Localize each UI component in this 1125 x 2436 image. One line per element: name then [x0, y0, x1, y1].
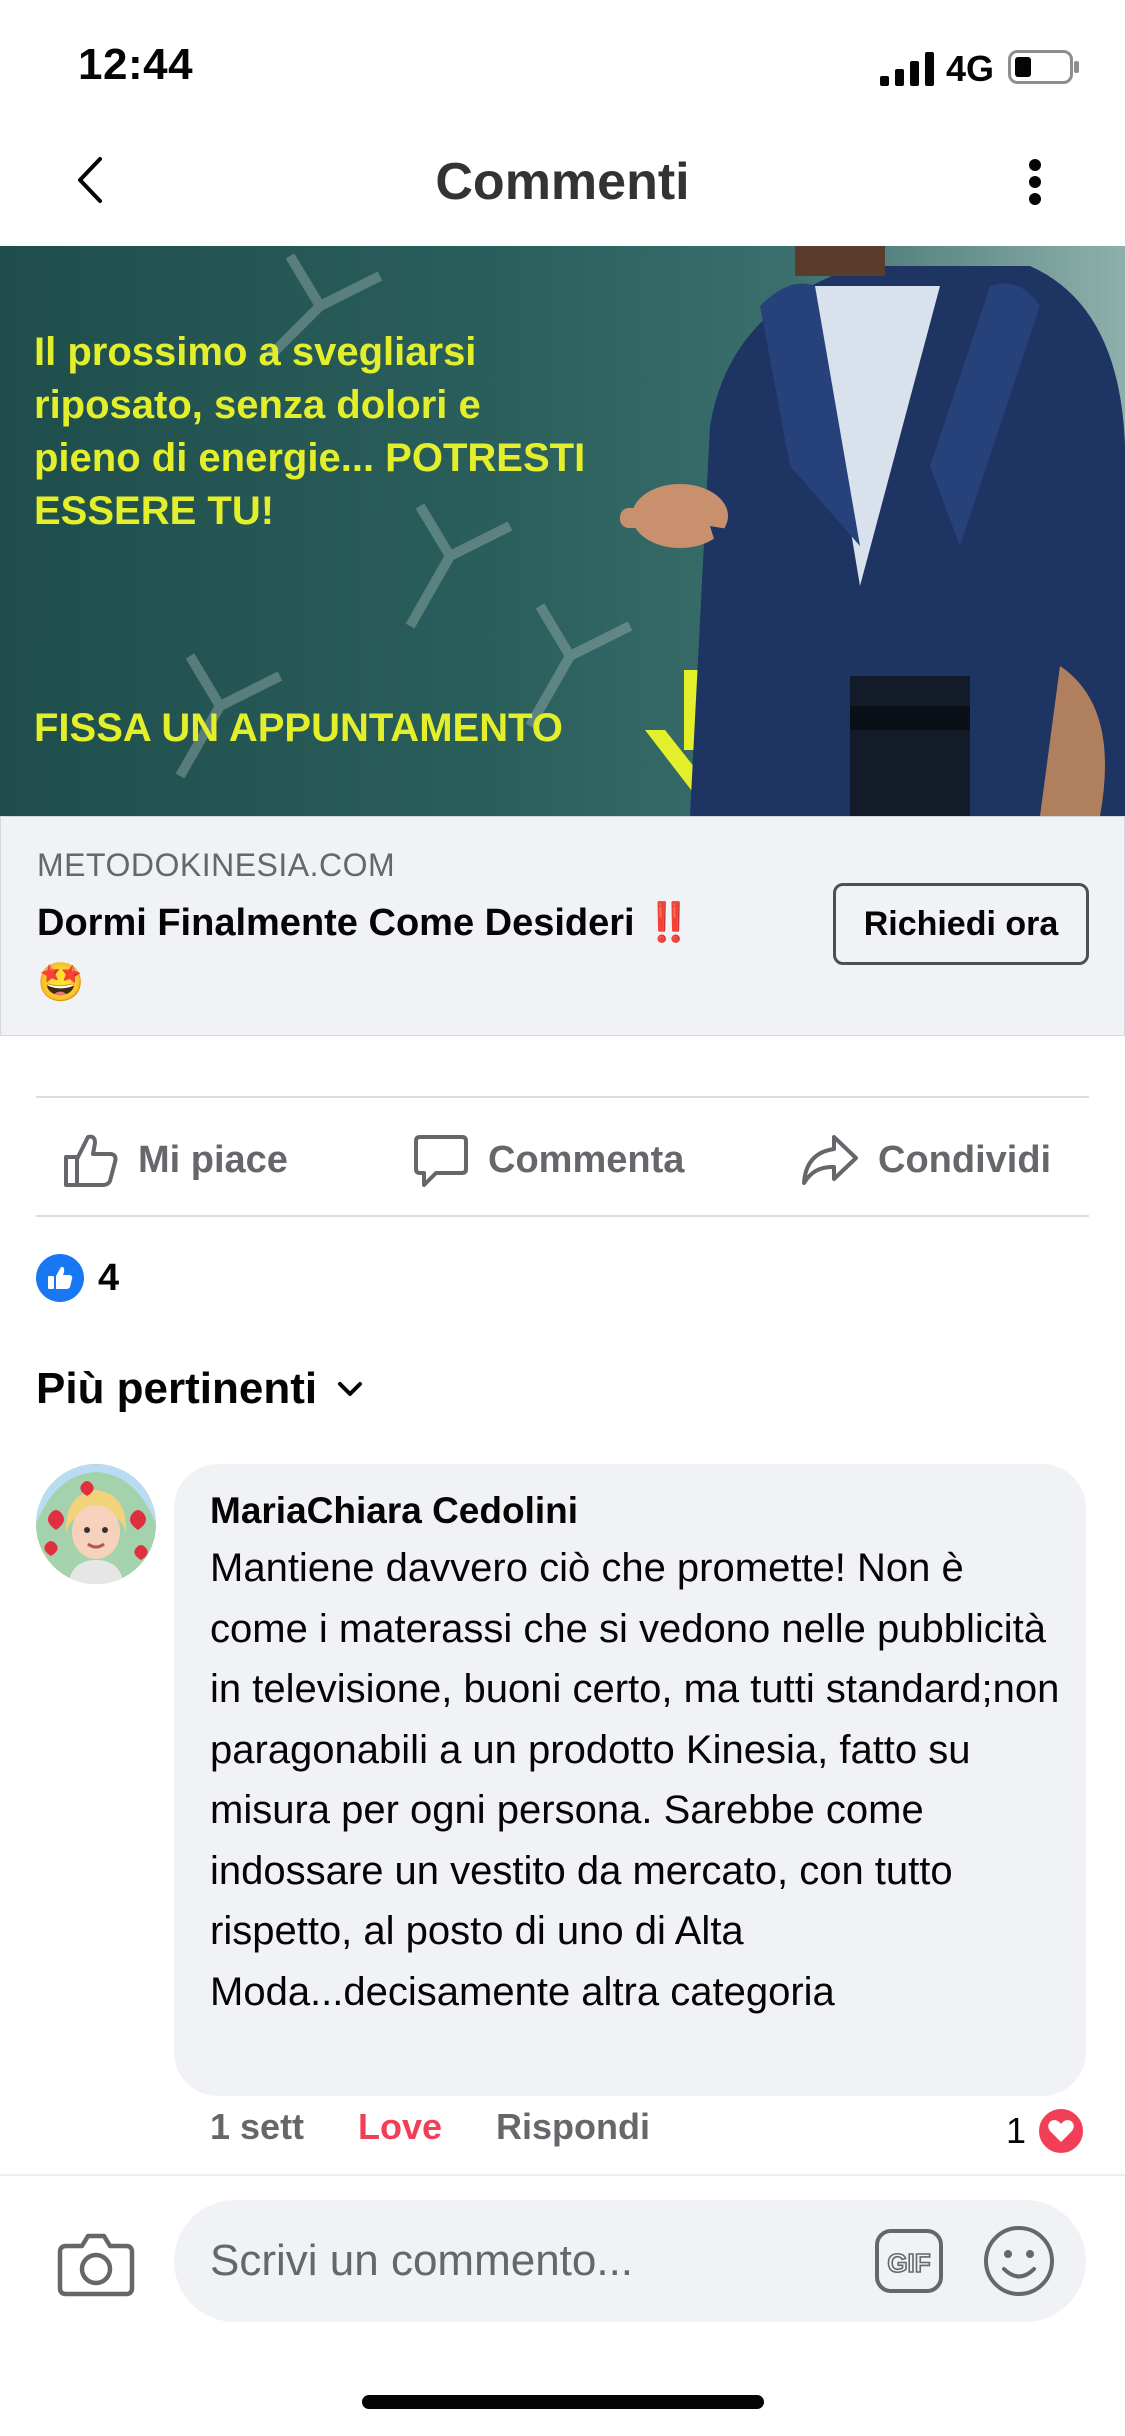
- comment-sort-dropdown[interactable]: Più pertinenti: [36, 1364, 363, 1414]
- link-title: Dormi Finalmente Come Desideri ‼️ 🤩: [37, 893, 797, 1013]
- ad-banner-image[interactable]: Il prossimo a svegliarsi riposato, senza…: [0, 246, 1125, 816]
- like-reaction-icon: [36, 1254, 84, 1302]
- emoji-smile-icon[interactable]: [982, 2224, 1056, 2298]
- comment-love-reaction-button[interactable]: Love: [358, 2106, 442, 2148]
- top-navigation: Commenti: [0, 120, 1125, 246]
- comment-reaction-count[interactable]: 1: [1006, 2106, 1087, 2156]
- comment-reply-button[interactable]: Rispondi: [496, 2106, 650, 2148]
- comment-input-field[interactable]: GIF: [174, 2200, 1086, 2322]
- banner-cta-text: FISSA UN APPUNTAMENTO: [34, 706, 563, 750]
- comment-label: Commenta: [488, 1138, 685, 1181]
- comment-timestamp[interactable]: 1 sett: [210, 2106, 304, 2148]
- more-vertical-icon: [1029, 159, 1041, 205]
- link-title-text: Dormi Finalmente Come Desideri: [37, 902, 635, 944]
- comment-reaction-number: 1: [1006, 2110, 1027, 2151]
- divider: [36, 1096, 1089, 1098]
- avatar[interactable]: [36, 1464, 156, 1584]
- comment-text: Mantiene davvero ciò che promette! Non è…: [210, 1546, 1060, 2014]
- reaction-summary[interactable]: 4: [36, 1254, 119, 1302]
- reaction-count: 4: [98, 1256, 120, 1299]
- page-title: Commenti: [435, 153, 690, 211]
- comment-icon: [414, 1135, 468, 1187]
- chevron-down-icon: [338, 1382, 363, 1396]
- like-button[interactable]: Mi piace: [62, 1120, 288, 1200]
- status-bar: 12:44 4G: [0, 0, 1125, 120]
- share-label: Condividi: [878, 1138, 1052, 1181]
- share-icon: [802, 1135, 858, 1185]
- ad-link-preview[interactable]: METODOKINESIA.COM Dormi Finalmente Come …: [0, 816, 1125, 1036]
- thumbs-up-icon: [64, 1134, 118, 1187]
- comment-button[interactable]: Commenta: [412, 1120, 684, 1200]
- network-label: 4G: [946, 48, 995, 89]
- gif-icon[interactable]: GIF: [874, 2228, 944, 2294]
- signal-icon: [880, 52, 934, 86]
- home-indicator: [362, 2395, 764, 2409]
- star-struck-emoji: 🤩: [37, 962, 85, 1004]
- comment-input[interactable]: [210, 2226, 810, 2296]
- camera-icon[interactable]: [56, 2224, 136, 2304]
- comment-author[interactable]: MariaChiara Cedolini: [210, 1490, 578, 1532]
- double-exclamation-emoji: ‼️: [645, 902, 693, 944]
- comment-composer: GIF: [0, 2174, 1125, 2436]
- request-now-button[interactable]: Richiedi ora: [833, 883, 1089, 965]
- share-button[interactable]: Condividi: [800, 1120, 1051, 1200]
- battery-icon: [1008, 50, 1079, 84]
- banner-headline: Il prossimo a svegliarsi riposato, senza…: [34, 330, 586, 533]
- link-domain: METODOKINESIA.COM: [37, 847, 396, 883]
- sort-label: Più pertinenti: [36, 1364, 318, 1413]
- memoji-avatar-image: [36, 1464, 156, 1584]
- comment-bubble[interactable]: MariaChiara Cedolini Mantiene davvero ci…: [174, 1464, 1086, 2096]
- divider: [36, 1215, 1089, 1217]
- like-label: Mi piace: [138, 1138, 288, 1181]
- heart-icon: [1036, 2106, 1087, 2156]
- man-in-suit-photo: [620, 246, 1125, 816]
- status-time: 12:44: [78, 40, 194, 89]
- more-options-button[interactable]: [1010, 150, 1060, 214]
- gif-label: GIF: [887, 2248, 930, 2278]
